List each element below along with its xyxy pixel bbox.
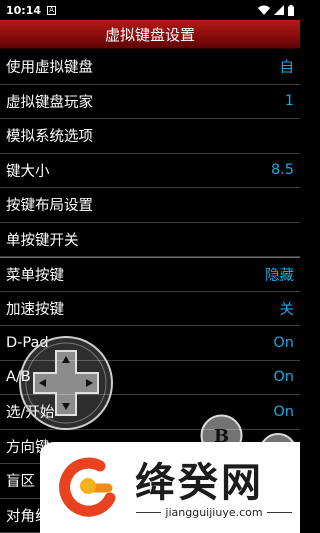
setting-value: On [273,403,294,420]
setting-label: 加速按键 [6,301,64,318]
notification-a-icon: A [47,5,57,15]
setting-label: 按键布局设置 [6,198,93,215]
setting-label: 虚拟键盘玩家 [6,94,93,111]
setting-value: 隐藏 [265,267,294,284]
setting-virtual-keyboard-player[interactable]: 虚拟键盘玩家 1 [0,85,300,119]
page-title-bar: 虚拟键盘设置 [0,20,300,49]
dpad-icon[interactable] [18,335,114,431]
setting-turbo-key[interactable]: 加速按键 关 [0,292,300,326]
divider [266,512,293,513]
setting-value: On [273,369,294,386]
signal-icon [274,5,284,15]
watermark: 绛癸网 jiangguijiuye.com [40,442,300,533]
setting-value: 自 [279,60,295,77]
setting-label: 模拟系统选项 [6,129,93,146]
setting-value: 8.5 [270,162,294,179]
setting-value: 关 [279,301,295,318]
status-bar: 10:14 A [0,0,300,20]
setting-single-key-toggle[interactable]: 单按键开关 [0,223,300,257]
setting-key-size[interactable]: 键大小 8.5 [0,154,300,188]
divider [136,512,162,513]
setting-label: 盲区 [6,474,35,491]
status-time: 10:14 [6,3,42,17]
screen: 10:14 A 虚拟键盘设置 使用虚拟键盘 自 虚拟键盘玩家 1 模拟系统选项 … [0,0,300,533]
setting-key-layout[interactable]: 按键布局设置 [0,188,300,223]
setting-label: 使用虚拟键盘 [6,60,93,77]
setting-label: 单按键开关 [6,232,79,249]
watermark-url-row: jiangguijiuye.com [136,506,293,519]
setting-label: 键大小 [6,163,50,180]
setting-emulated-system-options[interactable]: 模拟系统选项 [0,119,300,154]
setting-label: 菜单按键 [6,267,64,284]
setting-menu-key[interactable]: 菜单按键 隐藏 [0,257,300,292]
watermark-logo-icon [59,457,116,517]
setting-value: On [273,334,294,351]
watermark-brand: 绛癸网 [135,460,264,506]
page-title: 虚拟键盘设置 [104,25,195,44]
watermark-url: jiangguijiuye.com [165,506,263,519]
setting-value: 1 [284,93,294,110]
wifi-icon [258,5,270,15]
battery-icon [288,4,294,16]
status-icons [258,4,294,16]
setting-use-virtual-keyboard[interactable]: 使用虚拟键盘 自 [0,50,300,85]
